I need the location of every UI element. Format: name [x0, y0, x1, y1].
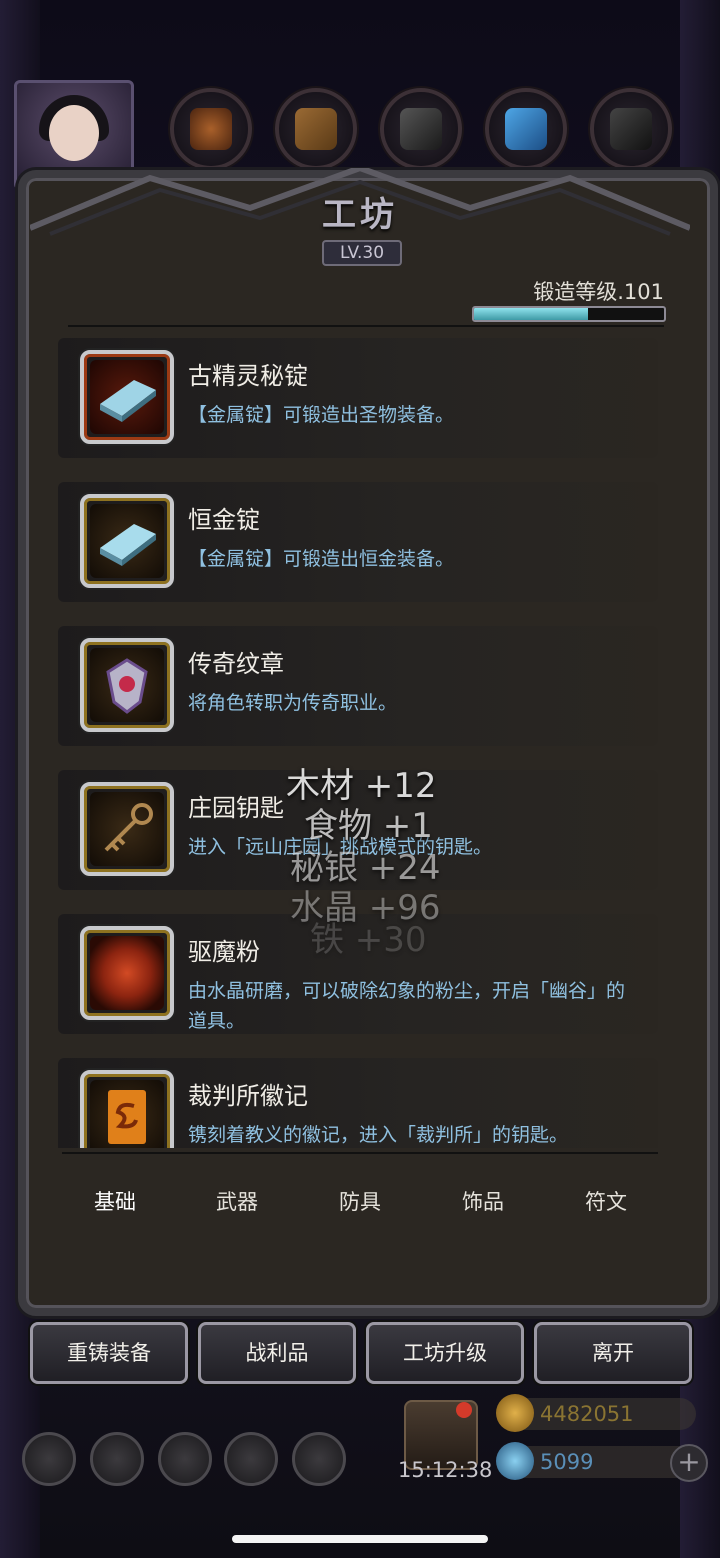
- add-gem-button[interactable]: +: [670, 1444, 708, 1482]
- settings-icon[interactable]: [22, 1432, 76, 1486]
- gold-ingot-icon: [90, 504, 164, 578]
- item-description: 【金属锭】可锻造出恒金装备。: [188, 548, 455, 570]
- leave-button[interactable]: 离开: [534, 1322, 692, 1384]
- list-item[interactable]: 裁判所徽记 镌刻着教义的徽记，进入「裁判所」的钥匙。: [58, 1058, 658, 1148]
- reforge-button[interactable]: 重铸装备: [30, 1322, 188, 1384]
- dust-icon: [90, 936, 164, 1010]
- item-description: 将角色转职为传奇职业。: [188, 692, 398, 714]
- resource-bar: [170, 88, 672, 170]
- gold-value: 4482051: [540, 1402, 634, 1426]
- emblem-icon: [90, 648, 164, 722]
- forge-progress-fill: [474, 308, 588, 320]
- tab-basic[interactable]: 基础: [60, 1186, 170, 1216]
- item-name: 庄园钥匙: [188, 794, 284, 822]
- item-name: 恒金锭: [188, 506, 260, 534]
- mail-icon[interactable]: [224, 1432, 278, 1486]
- item-name: 驱魔粉: [188, 938, 260, 966]
- workshop-title: 工坊: [322, 195, 398, 235]
- avatar-face: [49, 105, 99, 161]
- item-description: 【金属锭】可锻造出圣物装备。: [188, 404, 455, 426]
- wood-resource-icon[interactable]: [275, 88, 357, 170]
- workshop-level-badge: LV.30: [322, 240, 402, 266]
- item-name: 裁判所徽记: [188, 1082, 308, 1110]
- list-item[interactable]: 恒金锭 【金属锭】可锻造出恒金装备。: [58, 482, 658, 602]
- item-icon-frame: [80, 350, 174, 444]
- gold-coin-icon: [496, 1394, 534, 1432]
- gem-icon: [496, 1442, 534, 1480]
- iron-resource-icon[interactable]: [380, 88, 462, 170]
- tab-armor[interactable]: 防具: [305, 1186, 415, 1216]
- item-icon-frame: [80, 638, 174, 732]
- gem-value: 5099: [540, 1450, 594, 1474]
- home-indicator[interactable]: [232, 1535, 488, 1543]
- ingot-icon: [90, 360, 164, 434]
- mithril-resource-icon[interactable]: [590, 88, 672, 170]
- loot-button[interactable]: 战利品: [198, 1322, 356, 1384]
- gain-text-iron: 铁 +30: [310, 920, 427, 960]
- item-name: 古精灵秘锭: [188, 362, 308, 390]
- forge-progress-bar: [472, 306, 666, 322]
- item-name: 传奇纹章: [188, 650, 284, 678]
- header-divider: [68, 325, 664, 327]
- achievement-icon[interactable]: [90, 1432, 144, 1486]
- shop-icon[interactable]: [292, 1432, 346, 1486]
- forge-level-label: 锻造等级.101: [533, 280, 664, 304]
- item-description: 由水晶研磨，可以破除幻象的粉尘，开启「幽谷」的道具。: [188, 980, 626, 1032]
- gift-timer: 15:12:38: [398, 1458, 493, 1482]
- tab-weapon[interactable]: 武器: [182, 1186, 292, 1216]
- seal-icon: [90, 1080, 164, 1148]
- food-resource-icon[interactable]: [170, 88, 252, 170]
- item-icon-frame: [80, 494, 174, 588]
- tab-rune[interactable]: 符文: [551, 1186, 661, 1216]
- item-icon-frame: [80, 926, 174, 1020]
- item-description: 镌刻着教义的徽记，进入「裁判所」的钥匙。: [188, 1124, 569, 1146]
- key-icon: [90, 792, 164, 866]
- list-item[interactable]: 传奇纹章 将角色转职为传奇职业。: [58, 626, 658, 746]
- crystal-resource-icon[interactable]: [485, 88, 567, 170]
- tab-divider: [62, 1152, 658, 1154]
- recipe-list[interactable]: 古精灵秘锭 【金属锭】可锻造出圣物装备。 恒金锭 【金属锭】可锻造出恒金装备。 …: [58, 338, 662, 1148]
- notification-dot: [456, 1402, 472, 1418]
- tab-accessory[interactable]: 饰品: [428, 1186, 538, 1216]
- item-icon-frame: [80, 782, 174, 876]
- upgrade-workshop-button[interactable]: 工坊升级: [366, 1322, 524, 1384]
- ranking-icon[interactable]: [158, 1432, 212, 1486]
- item-icon-frame: [80, 1070, 174, 1148]
- list-item[interactable]: 古精灵秘锭 【金属锭】可锻造出圣物装备。: [58, 338, 658, 458]
